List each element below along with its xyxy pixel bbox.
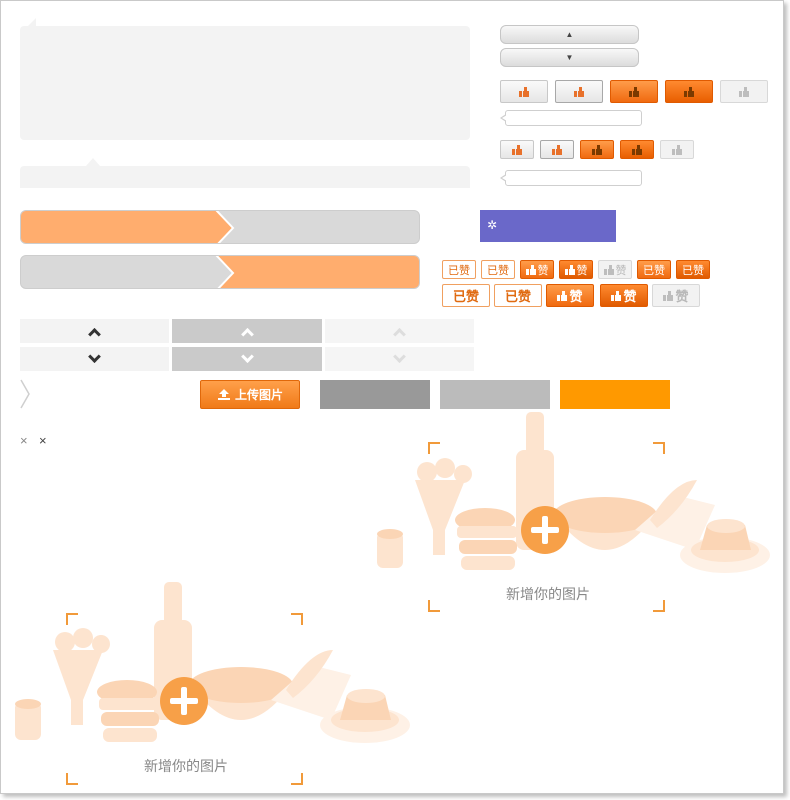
food-illustration [377, 412, 770, 573]
like-button-active[interactable] [610, 80, 658, 103]
like-button-small-normal[interactable] [500, 140, 534, 159]
thumbs-up-icon [519, 86, 529, 97]
orange-button[interactable] [560, 380, 670, 409]
thumbs-up-icon [592, 144, 602, 155]
chevron-up-icon [240, 327, 254, 341]
thumbs-up-icon [632, 144, 642, 155]
liked-badge-large: 已赞 [442, 284, 490, 307]
thumbs-up-icon [564, 264, 575, 275]
thumbs-up-icon [629, 86, 639, 97]
food-illustration [15, 582, 410, 743]
arrow-down-button-hover[interactable] [172, 347, 322, 371]
like-button-small-active[interactable] [580, 140, 614, 159]
liked-badge-large: 已赞 [494, 284, 542, 307]
scroll-down-button[interactable]: ▼ [500, 48, 639, 67]
upload-image-button[interactable]: 上传图片 [200, 380, 300, 409]
close-icon[interactable]: × [20, 434, 28, 448]
frame-corner [428, 442, 440, 454]
step-bar-first-active [20, 210, 420, 244]
comment-box [20, 26, 470, 140]
like-button-normal[interactable] [500, 80, 548, 103]
arrow-down-button-disabled [325, 347, 474, 371]
liked-badge: 已赞 [481, 260, 515, 279]
thumbs-up-icon [525, 264, 536, 275]
thumbs-up-icon [672, 144, 682, 155]
step-shape [215, 256, 419, 288]
chevron-down-icon [393, 349, 406, 363]
liked-badge-active: 已赞 [637, 260, 671, 279]
like-button-pressed[interactable] [665, 80, 713, 103]
triangle-up-icon: ▲ [565, 30, 574, 39]
arrow-up-button-disabled [325, 319, 474, 343]
arrow-up-button-hover[interactable] [172, 319, 322, 343]
add-photo-panel[interactable]: 新增你的图片 [375, 410, 775, 612]
upload-icon [217, 389, 230, 400]
frame-corner [653, 600, 665, 612]
like-button-small-pressed[interactable] [620, 140, 654, 159]
frame-corner [291, 773, 303, 785]
gear-icon: ✲ [487, 218, 498, 232]
frame-corner [428, 600, 440, 612]
like-badge-disabled: 赞 [598, 260, 632, 279]
thumbs-up-icon [611, 290, 622, 301]
frame-corner [66, 613, 78, 625]
gray-light-button[interactable] [440, 380, 550, 409]
thumbs-up-icon [663, 290, 674, 301]
thumbs-up-icon [557, 290, 568, 301]
chevron-up-icon [393, 327, 406, 341]
like-button-small-disabled [660, 140, 694, 159]
chevron-right-icon[interactable] [19, 379, 31, 409]
arrow-down-button[interactable] [20, 347, 169, 371]
add-icon[interactable] [160, 677, 208, 725]
like-button-small-hover[interactable] [540, 140, 574, 159]
step-bar-second-active [20, 255, 420, 289]
close-icon[interactable]: × [39, 434, 47, 448]
thumbs-up-icon [574, 86, 584, 97]
comment-box-notch [28, 18, 36, 26]
liked-badge-pressed: 已赞 [676, 260, 710, 279]
add-photo-label: 新增你的图片 [144, 758, 228, 774]
add-icon[interactable] [521, 506, 569, 554]
like-badge-large-disabled: 赞 [652, 284, 700, 307]
thumbs-up-icon [512, 144, 522, 155]
scroll-up-button[interactable]: ▲ [500, 25, 639, 44]
thumbs-up-icon [684, 86, 694, 97]
comment-box-collapsed [20, 166, 470, 188]
tooltip-box [500, 110, 642, 126]
thumbs-up-icon [739, 86, 749, 97]
chevron-down-icon [240, 349, 254, 363]
purple-panel: ✲ [480, 210, 616, 242]
chevron-up-icon [88, 327, 101, 341]
thumbs-up-icon [603, 264, 614, 275]
like-button-hover[interactable] [555, 80, 603, 103]
gray-dark-button[interactable] [320, 380, 430, 409]
chevron-down-icon [88, 349, 101, 363]
thumbs-up-icon [552, 144, 562, 155]
add-photo-label: 新增你的图片 [506, 586, 590, 602]
like-button-disabled [720, 80, 768, 103]
comment-box-notch [86, 158, 100, 166]
like-badge-large[interactable]: 赞 [546, 284, 594, 307]
like-badge-large[interactable]: 赞 [600, 284, 648, 307]
tooltip-box [500, 170, 642, 186]
step-shape [21, 211, 235, 243]
add-photo-panel[interactable]: 新增你的图片 [13, 580, 413, 790]
frame-corner [291, 613, 303, 625]
frame-corner [653, 442, 665, 454]
triangle-down-icon: ▼ [565, 53, 574, 62]
arrow-up-button[interactable] [20, 319, 169, 343]
like-badge[interactable]: 赞 [559, 260, 593, 279]
liked-badge: 已赞 [442, 260, 476, 279]
like-badge[interactable]: 赞 [520, 260, 554, 279]
frame-corner [66, 773, 78, 785]
